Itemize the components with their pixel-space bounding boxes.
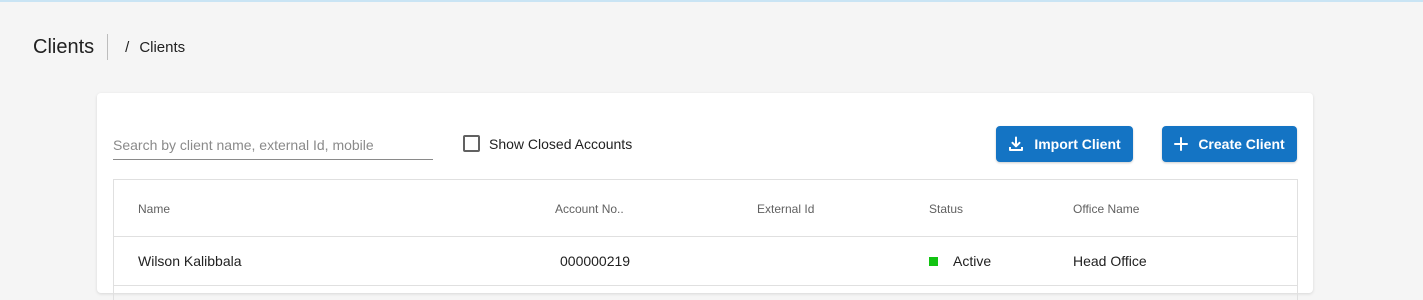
table-row[interactable]: Wilson Kalibbala 000000219 Active Head O… bbox=[114, 237, 1297, 286]
breadcrumb-current: Clients bbox=[139, 38, 186, 56]
column-header-account-no[interactable]: Account No.. bbox=[555, 202, 624, 216]
status-active-indicator bbox=[929, 256, 938, 266]
breadcrumb: / Clients bbox=[125, 39, 185, 56]
page-header: Clients / Clients bbox=[33, 33, 185, 61]
column-header-office-name[interactable]: Office Name bbox=[1073, 202, 1139, 216]
table-header-row: Name Account No.. External Id Status Off… bbox=[114, 180, 1297, 237]
breadcrumb-separator: / bbox=[125, 38, 130, 56]
import-client-label: Import Client bbox=[1034, 136, 1121, 152]
column-header-name[interactable]: Name bbox=[138, 202, 170, 216]
cell-account-no: 000000219 bbox=[560, 253, 631, 269]
clients-card: Show Closed Accounts Import Client Creat… bbox=[97, 93, 1313, 300]
create-client-button[interactable]: Create Client bbox=[1162, 126, 1297, 162]
clients-table: Name Account No.. External Id Status Off… bbox=[113, 179, 1298, 300]
column-header-status[interactable]: Status bbox=[929, 202, 963, 216]
cell-name: Wilson Kalibbala bbox=[138, 253, 242, 269]
import-client-button[interactable]: Import Client bbox=[996, 126, 1133, 162]
column-header-external-id[interactable]: External Id bbox=[757, 202, 814, 216]
cell-status: Active bbox=[929, 253, 991, 269]
page-title: Clients bbox=[33, 34, 109, 60]
top-progress-strip bbox=[0, 0, 1423, 2]
create-client-label: Create Client bbox=[1198, 136, 1285, 152]
plus-icon bbox=[1174, 137, 1189, 151]
show-closed-accounts-toggle[interactable]: Show Closed Accounts bbox=[463, 135, 632, 152]
cell-office-name: Head Office bbox=[1073, 253, 1147, 269]
status-label: Active bbox=[953, 253, 992, 269]
search-input[interactable] bbox=[113, 133, 433, 153]
search-field[interactable] bbox=[113, 133, 433, 160]
download-icon bbox=[1008, 136, 1024, 152]
show-closed-accounts-label: Show Closed Accounts bbox=[489, 135, 633, 152]
show-closed-accounts-checkbox[interactable] bbox=[463, 135, 480, 152]
